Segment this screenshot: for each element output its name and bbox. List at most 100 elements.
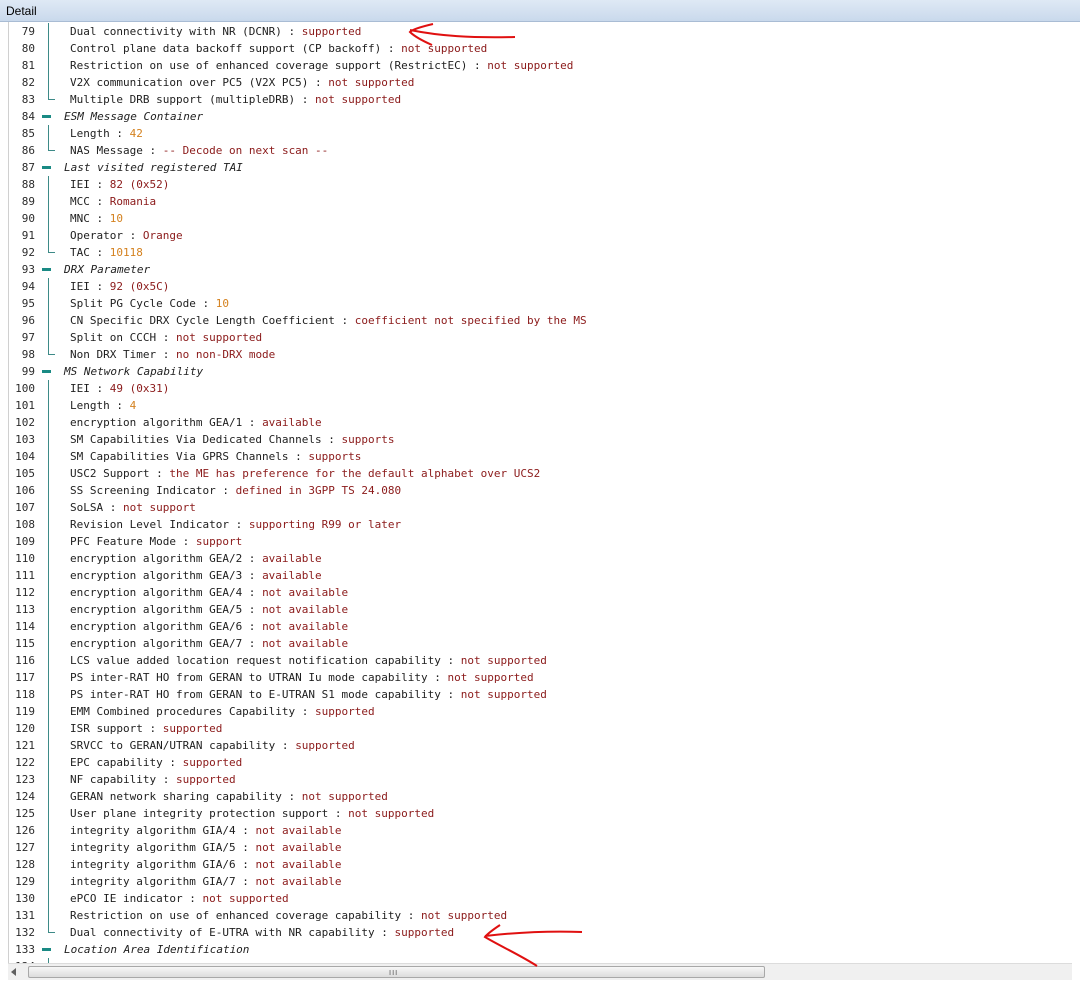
field-separator: :: [242, 416, 263, 429]
tree-row[interactable]: 126 integrity algorithm GIA/4 : not avail…: [9, 822, 1073, 839]
field-value: Romania: [109, 195, 157, 208]
tree-vertical-line: [48, 890, 49, 907]
tree-row[interactable]: 81 Restriction on use of enhanced coverag…: [9, 57, 1073, 74]
tree-row[interactable]: 89 MCC : Romania: [9, 193, 1073, 210]
tree-connector-icon: [39, 278, 59, 295]
tree-row[interactable]: 115 encryption algorithm GEA/7 : not avai…: [9, 635, 1073, 652]
tree-vertical-line: [48, 703, 49, 720]
line-number: 120: [15, 722, 35, 735]
tree-row[interactable]: 117 PS inter-RAT HO from GERAN to UTRAN I…: [9, 669, 1073, 686]
field-label: MNC: [70, 212, 90, 225]
line-number: 115: [15, 637, 35, 650]
tree-row[interactable]: 132 Dual connectivity of E-UTRA with NR c…: [9, 924, 1073, 941]
collapse-minus-icon[interactable]: [39, 941, 59, 958]
tree-row[interactable]: 80 Control plane data backoff support (CP…: [9, 40, 1073, 57]
collapse-minus-icon[interactable]: [39, 261, 59, 278]
tree-row[interactable]: 119 EMM Combined procedures Capability : …: [9, 703, 1073, 720]
tree-row[interactable]: 122 EPC capability : supported: [9, 754, 1073, 771]
field-label: TAC: [70, 246, 90, 259]
collapse-minus-icon[interactable]: [39, 108, 59, 125]
field-label: encryption algorithm GEA/4: [70, 586, 243, 599]
field-label: PFC Feature Mode: [70, 535, 176, 548]
tree-row[interactable]: 125 User plane integrity protection suppo…: [9, 805, 1073, 822]
tree-group-header[interactable]: 87 Last visited registered TAI: [9, 159, 1073, 176]
field-value: the ME has preference for the default al…: [169, 467, 541, 480]
tree-row[interactable]: 118 PS inter-RAT HO from GERAN to E-UTRAN…: [9, 686, 1073, 703]
line-number: 98: [21, 348, 35, 361]
field-separator: :: [162, 756, 183, 769]
tree-connector-icon: [39, 805, 59, 822]
tree-row[interactable]: 114 encryption algorithm GEA/6 : not avai…: [9, 618, 1073, 635]
tree-row[interactable]: 90 MNC : 10: [9, 210, 1073, 227]
decoded-message-tree[interactable]: 79 Dual connectivity with NR (DCNR) : sup…: [8, 22, 1073, 963]
field-text: MNC : 10: [70, 210, 123, 227]
tree-row[interactable]: 107 SoLSA : not support: [9, 499, 1073, 516]
tree-row[interactable]: 103 SM Capabilities Via Dedicated Channel…: [9, 431, 1073, 448]
tree-row[interactable]: 101 Length : 4: [9, 397, 1073, 414]
tree-group-header[interactable]: 93 DRX Parameter: [9, 261, 1073, 278]
tree-row[interactable]: 85 Length : 42: [9, 125, 1073, 142]
tree-branch-line: [48, 932, 55, 933]
line-number: 105: [15, 467, 35, 480]
tree-row[interactable]: 109 PFC Feature Mode : support: [9, 533, 1073, 550]
tree-row[interactable]: 106 SS Screening Indicator : defined in 3…: [9, 482, 1073, 499]
tree-row[interactable]: 94 IEI : 92 (0x5C): [9, 278, 1073, 295]
tree-vertical-line: [48, 482, 49, 499]
field-separator: :: [328, 807, 349, 820]
tree-row[interactable]: 96 CN Specific DRX Cycle Length Coefficie…: [9, 312, 1073, 329]
field-separator: :: [89, 280, 110, 293]
tree-row[interactable]: 111 encryption algorithm GEA/3 : availabl…: [9, 567, 1073, 584]
tree-row[interactable]: 108 Revision Level Indicator : supporting…: [9, 516, 1073, 533]
field-value: not available: [262, 620, 349, 633]
tree-row[interactable]: 110 encryption algorithm GEA/2 : availabl…: [9, 550, 1073, 567]
tree-row[interactable]: 129 integrity algorithm GIA/7 : not avail…: [9, 873, 1073, 890]
tree-row[interactable]: 121 SRVCC to GERAN/UTRAN capability : sup…: [9, 737, 1073, 754]
tree-group-header[interactable]: 84 ESM Message Container: [9, 108, 1073, 125]
field-separator: :: [89, 246, 110, 259]
collapse-minus-icon[interactable]: [39, 363, 59, 380]
tree-row[interactable]: 127 integrity algorithm GIA/5 : not avail…: [9, 839, 1073, 856]
tree-row[interactable]: 102 encryption algorithm GEA/1 : availabl…: [9, 414, 1073, 431]
field-value: not supported: [460, 654, 547, 667]
tree-row[interactable]: 79 Dual connectivity with NR (DCNR) : sup…: [9, 23, 1073, 40]
minus-icon: [42, 166, 51, 169]
line-number: 114: [15, 620, 35, 633]
field-label: MS Network Capability: [64, 365, 204, 378]
tree-row[interactable]: 128 integrity algorithm GIA/6 : not avail…: [9, 856, 1073, 873]
tree-row[interactable]: 113 encryption algorithm GEA/5 : not avai…: [9, 601, 1073, 618]
tree-row[interactable]: 95 Split PG Cycle Code : 10: [9, 295, 1073, 312]
tree-row[interactable]: 104 SM Capabilities Via GPRS Channels : s…: [9, 448, 1073, 465]
field-label: ESM Message Container: [64, 110, 204, 123]
tree-row[interactable]: 105 USC2 Support : the ME has preference …: [9, 465, 1073, 482]
tree-row[interactable]: 123 NF capability : supported: [9, 771, 1073, 788]
collapse-minus-icon[interactable]: [39, 159, 59, 176]
tree-group-header[interactable]: 99 MS Network Capability: [9, 363, 1073, 380]
tree-row[interactable]: 91 Operator : Orange: [9, 227, 1073, 244]
tree-row[interactable]: 88 IEI : 82 (0x52): [9, 176, 1073, 193]
scroll-left-arrow-icon[interactable]: [11, 968, 16, 976]
field-label: integrity algorithm GIA/5: [70, 841, 236, 854]
tree-connector-icon: [39, 499, 59, 516]
tree-row[interactable]: 124 GERAN network sharing capability : no…: [9, 788, 1073, 805]
tree-row[interactable]: 83 Multiple DRB support (multipleDRB) : n…: [9, 91, 1073, 108]
tree-row[interactable]: 131 Restriction on use of enhanced covera…: [9, 907, 1073, 924]
tree-row[interactable]: 86 NAS Message : -- Decode on next scan -…: [9, 142, 1073, 159]
tree-row[interactable]: 112 encryption algorithm GEA/4 : not avai…: [9, 584, 1073, 601]
tree-row[interactable]: 98 Non DRX Timer : no non-DRX mode: [9, 346, 1073, 363]
field-label: Control plane data backoff support (CP b…: [70, 42, 382, 55]
horizontal-scrollbar[interactable]: III: [8, 963, 1072, 980]
tree-vertical-line: [48, 516, 49, 533]
tree-row[interactable]: 100 IEI : 49 (0x31): [9, 380, 1073, 397]
tree-row[interactable]: 120 ISR support : supported: [9, 720, 1073, 737]
tree-row[interactable]: 116 LCS value added location request noti…: [9, 652, 1073, 669]
field-separator: :: [295, 93, 316, 106]
tree-row[interactable]: 130 ePCO IE indicator : not supported: [9, 890, 1073, 907]
field-label: SM Capabilities Via GPRS Channels: [70, 450, 289, 463]
tree-row[interactable]: 92 TAC : 10118: [9, 244, 1073, 261]
tree-group-header[interactable]: 133 Location Area Identification: [9, 941, 1073, 958]
tree-row[interactable]: 97 Split on CCCH : not supported: [9, 329, 1073, 346]
scrollbar-thumb[interactable]: III: [28, 966, 765, 978]
line-number: 117: [15, 671, 35, 684]
field-label: LCS value added location request notific…: [70, 654, 441, 667]
tree-row[interactable]: 82 V2X communication over PC5 (V2X PC5) :…: [9, 74, 1073, 91]
